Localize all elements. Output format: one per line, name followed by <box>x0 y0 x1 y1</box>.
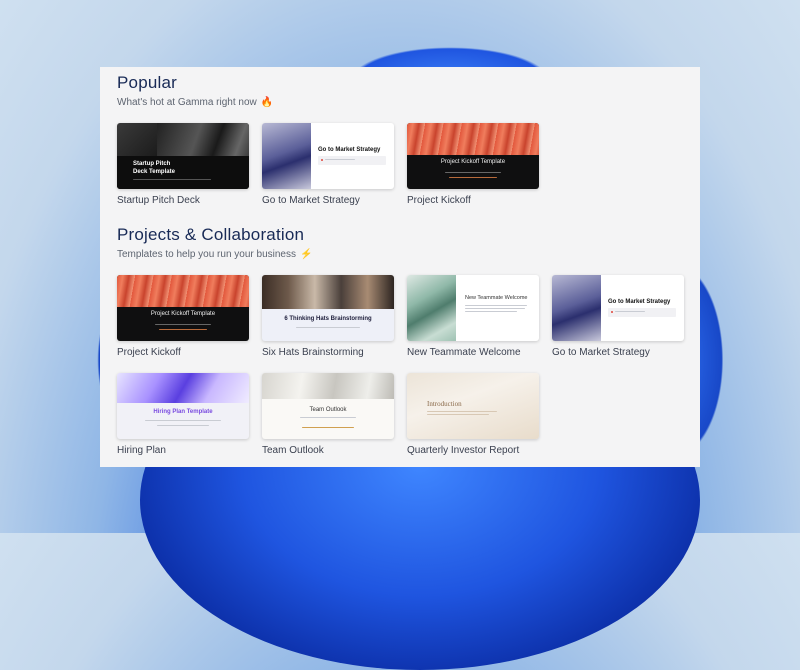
template-card-new-teammate-welcome[interactable]: New Teammate Welcome New Teammate Welcom… <box>407 275 539 358</box>
template-card-team-outlook[interactable]: Team Outlook Team Outlook <box>262 373 394 456</box>
template-card-label[interactable]: Hiring Plan <box>117 445 249 456</box>
template-thumbnail[interactable]: Go to Market Strategy <box>262 123 394 189</box>
thumbnail-art <box>262 373 394 399</box>
template-thumbnail[interactable]: Hiring Plan Template <box>117 373 249 439</box>
thumbnail-art <box>117 373 249 403</box>
template-card-quarterly-investor-report[interactable]: Introduction Quarterly Investor Report <box>407 373 539 456</box>
thumbnail-art <box>407 275 456 341</box>
template-card-six-hats[interactable]: 6 Thinking Hats Brainstorming Six Hats B… <box>262 275 394 358</box>
popular-subtitle-text: What's hot at Gamma right now <box>117 97 257 108</box>
template-thumbnail[interactable]: Team Outlook <box>262 373 394 439</box>
lightning-icon: ⚡ <box>300 249 313 260</box>
thumbnail-title: Hiring Plan Template <box>153 409 213 415</box>
popular-section-title: Popular <box>117 73 177 92</box>
template-thumbnail[interactable]: 6 Thinking Hats Brainstorming <box>262 275 394 341</box>
template-card-label[interactable]: Quarterly Investor Report <box>407 445 539 456</box>
thumbnail-title: Project Kickoff Template <box>150 311 216 317</box>
thumbnail-title: Introduction <box>427 400 462 408</box>
template-card-startup-pitch-deck[interactable]: Startup Pitch Deck Template Startup Pitc… <box>117 123 249 206</box>
thumbnail-title: Go to Market Strategy <box>608 299 671 305</box>
template-thumbnail[interactable]: Startup Pitch Deck Template <box>117 123 249 189</box>
thumbnail-art <box>407 123 539 155</box>
template-card-label[interactable]: Six Hats Brainstorming <box>262 347 394 358</box>
template-card-go-to-market[interactable]: Go to Market Strategy Go to Market Strat… <box>262 123 394 206</box>
thumbnail-title: New Teammate Welcome <box>465 295 528 301</box>
template-card-label[interactable]: Go to Market Strategy <box>552 347 684 358</box>
template-thumbnail[interactable]: New Teammate Welcome <box>407 275 539 341</box>
templates-panel: Popular What's hot at Gamma right now 🔥 S… <box>100 67 700 467</box>
thumbnail-photo <box>262 275 394 309</box>
thumbnail-art <box>262 123 311 189</box>
template-thumbnail[interactable]: Project Kickoff Template <box>407 123 539 189</box>
template-card-label[interactable]: New Teammate Welcome <box>407 347 539 358</box>
template-card-label[interactable]: Startup Pitch Deck <box>117 195 249 206</box>
projects-section-title: Projects & Collaboration <box>117 225 305 244</box>
thumbnail-title: Team Outlook <box>309 407 347 413</box>
template-card-project-kickoff[interactable]: Project Kickoff Template Project Kickoff <box>117 275 249 358</box>
thumbnail-art <box>117 275 249 307</box>
thumbnail-title: Project Kickoff Template <box>440 159 506 165</box>
template-card-go-to-market[interactable]: Go to Market Strategy Go to Market Strat… <box>552 275 684 358</box>
template-card-label[interactable]: Go to Market Strategy <box>262 195 394 206</box>
template-thumbnail[interactable]: Introduction <box>407 373 539 439</box>
popular-section-subtitle: What's hot at Gamma right now 🔥 <box>117 97 273 108</box>
thumbnail-title: Startup Pitch <box>133 161 171 167</box>
thumbnail-art <box>552 275 601 341</box>
template-thumbnail[interactable]: Project Kickoff Template <box>117 275 249 341</box>
template-card-label[interactable]: Project Kickoff <box>407 195 539 206</box>
template-card-label[interactable]: Project Kickoff <box>117 347 249 358</box>
template-card-hiring-plan[interactable]: Hiring Plan Template Hiring Plan <box>117 373 249 456</box>
template-card-label[interactable]: Team Outlook <box>262 445 394 456</box>
thumbnail-title: 6 Thinking Hats Brainstorming <box>284 316 372 322</box>
thumbnail-title: Go to Market Strategy <box>318 147 381 153</box>
projects-subtitle-text: Templates to help you run your business <box>117 249 296 260</box>
template-thumbnail[interactable]: Go to Market Strategy <box>552 275 684 341</box>
thumbnail-title: Deck Template <box>133 169 175 175</box>
thumbnail-art <box>157 123 249 157</box>
fire-icon: 🔥 <box>260 97 274 108</box>
projects-section-subtitle: Templates to help you run your business ⚡ <box>117 249 312 260</box>
template-card-project-kickoff[interactable]: Project Kickoff Template Project Kickoff <box>407 123 539 206</box>
